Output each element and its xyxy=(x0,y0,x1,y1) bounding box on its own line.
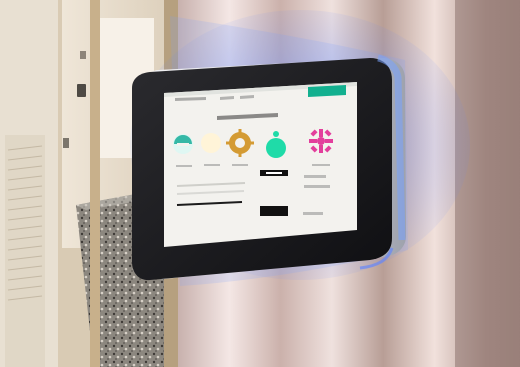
curtain-shadow xyxy=(455,0,520,367)
screen-right-text-2 xyxy=(304,185,330,188)
screen-button[interactable] xyxy=(260,206,288,216)
top-bar-button[interactable] xyxy=(308,85,346,97)
photo-scene xyxy=(0,0,520,367)
scene-svg xyxy=(0,0,520,367)
screen-right-text xyxy=(304,175,326,178)
tablet-device xyxy=(132,58,406,281)
door-frame xyxy=(90,0,100,367)
screen-right-text-3 xyxy=(303,212,323,215)
